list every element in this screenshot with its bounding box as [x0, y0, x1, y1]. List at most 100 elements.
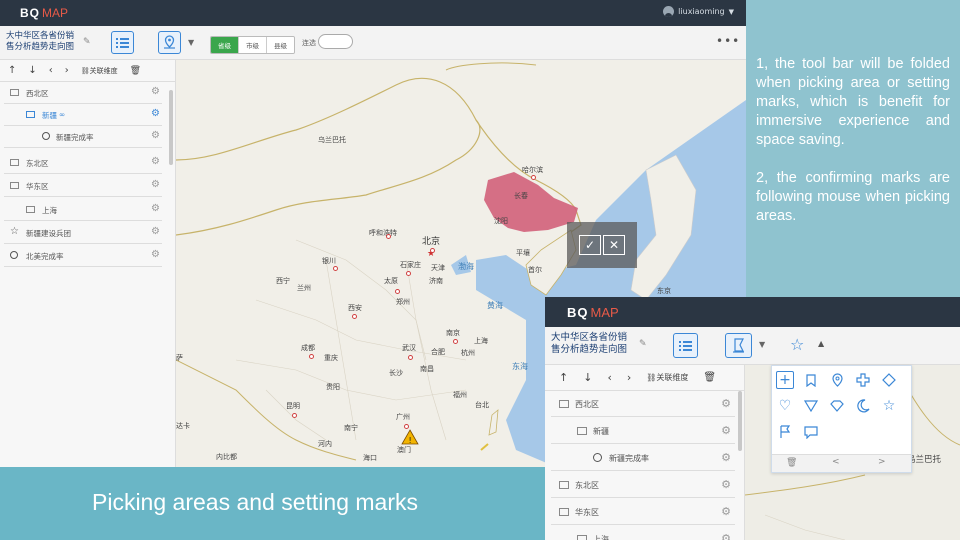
map-label: 贵阳 [326, 383, 340, 391]
sidebar-item-northwest[interactable]: 西北区 ⚙ [4, 82, 162, 104]
star-icon[interactable]: ☆ [790, 335, 804, 354]
list-icon [679, 340, 692, 351]
sidebar-item-corps[interactable]: ☆ 新疆建设兵团 ⚙ [4, 222, 162, 244]
caption-text: Picking areas and setting marks [92, 489, 418, 515]
gear-icon[interactable]: ⚙ [721, 424, 731, 437]
sidebar-toolbar: ↑ ↓ ‹ › ⛓关联维度 🗑 [545, 365, 744, 391]
layer-icon [559, 481, 569, 489]
map-toolbar: ▼ 省级 市级 县级 连选 ••• [111, 26, 746, 60]
gear-icon[interactable]: ⚙ [721, 505, 731, 518]
edit-icon[interactable]: ✎ [83, 37, 93, 47]
layer-icon [10, 182, 19, 189]
sidebar-item-east-china[interactable]: 华东区 ⚙ [551, 499, 735, 525]
chevron-down-icon[interactable]: ▼ [759, 340, 765, 349]
level-switch[interactable]: 省级 市级 县级 [210, 36, 295, 54]
top-bar: BQ MAP liuxiaoming ▼ [0, 0, 746, 26]
sidebar-item-east-china[interactable]: 华东区 ⚙ [4, 175, 162, 197]
sidebar-item-shanghai[interactable]: 上海 ⚙ [551, 526, 735, 540]
pick-area-button[interactable] [158, 31, 181, 54]
sidebar-item-shanghai[interactable]: 上海 ⚙ [4, 199, 162, 221]
sidebar-item-northeast[interactable]: 东北区 ⚙ [551, 472, 735, 498]
inset-title-bar: 大中华区各省份销 售分析趋势走向图 ✎ [545, 327, 745, 365]
map-label: 黄海 [487, 301, 503, 310]
gear-icon[interactable]: ⚙ [151, 108, 160, 119]
map-label: 长沙 [389, 369, 403, 377]
crosshair-icon[interactable]: + [776, 371, 794, 389]
sidebar-scrollbar[interactable] [738, 391, 742, 451]
arrow-left-icon[interactable]: ‹ [607, 371, 611, 384]
map-label: 沈阳 [494, 217, 508, 225]
arrow-right-icon[interactable]: › [627, 371, 631, 384]
gear-icon[interactable]: ⚙ [721, 451, 731, 464]
map-label: 昆明 [286, 402, 300, 410]
map-label: 广州 [396, 413, 410, 421]
prev-page-button[interactable]: < [832, 457, 840, 467]
cross-icon[interactable] [854, 371, 872, 389]
trash-icon[interactable]: 🗑 [786, 458, 797, 468]
next-page-button[interactable]: > [878, 457, 886, 467]
level-county[interactable]: 县级 [266, 37, 294, 53]
arrow-right-icon[interactable]: › [65, 65, 69, 76]
confirm-button[interactable]: ✓ [579, 235, 601, 255]
flag-icon[interactable] [776, 423, 794, 441]
bookmark-icon[interactable] [802, 371, 820, 389]
gear-icon[interactable]: ⚙ [151, 179, 160, 190]
gear-icon[interactable]: ⚙ [721, 478, 731, 491]
sidebar-item-na-rate[interactable]: 北美完成率 ⚙ [4, 245, 162, 267]
trash-icon[interactable]: 🗑 [130, 66, 141, 76]
gem-icon[interactable] [828, 397, 846, 415]
level-city[interactable]: 市级 [238, 37, 266, 53]
diamond-icon[interactable] [880, 371, 898, 389]
more-icon[interactable]: ••• [716, 34, 740, 48]
link-select-toggle[interactable] [318, 34, 353, 49]
sidebar-item-northeast[interactable]: 东北区 ⚙ [4, 152, 162, 174]
gear-icon[interactable]: ⚙ [721, 397, 731, 410]
star-icon: ☆ [10, 226, 19, 237]
arrow-up-icon[interactable]: ↑ [8, 65, 16, 76]
gear-icon[interactable]: ⚙ [151, 130, 160, 141]
level-province[interactable]: 省级 [211, 37, 238, 53]
set-marks-button[interactable] [725, 333, 752, 358]
sidebar-item-northwest[interactable]: 西北区 ⚙ [551, 391, 735, 417]
sidebar-item-xinjiang-rate[interactable]: 新疆完成率 ⚙ [551, 445, 735, 471]
arrow-up-icon[interactable]: ↑ [559, 371, 568, 384]
arrow-left-icon[interactable]: ‹ [49, 65, 53, 76]
map-label: 上海 [474, 337, 488, 345]
layer-sidebar: ↑ ↓ ‹ › ⛓关联维度 🗑 西北区 ⚙ 新疆 ∞ ⚙ 新疆完成率 ⚙ 东北区… [0, 60, 176, 467]
speech-bubble-icon[interactable] [802, 423, 820, 441]
chevron-down-icon[interactable]: ▼ [188, 38, 194, 47]
moon-icon[interactable] [854, 397, 872, 415]
related-dimension-button[interactable]: ⛓关联维度 [646, 372, 688, 383]
layer-list-button[interactable] [111, 31, 134, 54]
sidebar-toolbar: ↑ ↓ ‹ › ⛓关联维度 🗑 [0, 60, 175, 82]
arrow-down-icon[interactable]: ↓ [28, 65, 36, 76]
related-dimension-button[interactable]: ⛓关联维度 [81, 66, 118, 76]
sidebar-scrollbar[interactable] [169, 90, 173, 165]
layer-list-button[interactable] [673, 333, 698, 358]
arrow-down-icon[interactable]: ↓ [583, 371, 592, 384]
report-title: 大中华区各省份销 售分析趋势走向图 [6, 31, 75, 52]
sidebar-item-xinjiang-rate[interactable]: 新疆完成率 ⚙ [4, 126, 162, 148]
star-icon[interactable]: ☆ [880, 397, 898, 415]
sidebar-item-xinjiang[interactable]: 新疆 ∞ ⚙ [4, 104, 162, 126]
map-label: 东海 [512, 362, 528, 371]
gear-icon[interactable]: ⚙ [151, 86, 160, 97]
heart-icon[interactable]: ♡ [776, 397, 794, 415]
gear-icon[interactable]: ⚙ [721, 532, 731, 540]
gear-icon[interactable]: ⚙ [151, 249, 160, 260]
triangle-down-icon[interactable] [802, 397, 820, 415]
gear-icon[interactable]: ⚙ [151, 226, 160, 237]
inset-toolbar: ▼ ☆ ▲ [725, 327, 960, 365]
user-menu[interactable]: liuxiaoming ▼ [663, 6, 734, 17]
chevron-up-icon[interactable]: ▲ [818, 339, 824, 348]
gear-icon[interactable]: ⚙ [151, 203, 160, 214]
trash-icon[interactable]: 🗑 [703, 372, 716, 383]
gear-icon[interactable]: ⚙ [151, 156, 160, 167]
map-label: 哈尔滨 [522, 166, 543, 174]
map-label: 银川 [322, 257, 336, 265]
edit-icon[interactable]: ✎ [639, 339, 649, 349]
map-pin-icon[interactable] [828, 371, 846, 389]
sidebar-item-xinjiang[interactable]: 新疆 ⚙ [551, 418, 735, 444]
cancel-button[interactable]: ✕ [603, 235, 625, 255]
city-marker [352, 314, 357, 319]
